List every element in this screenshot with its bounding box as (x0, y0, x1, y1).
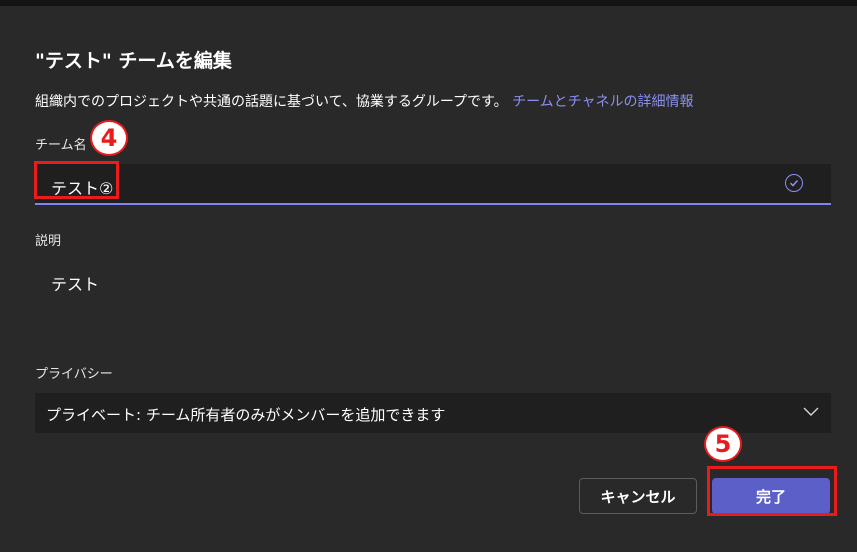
description-textarea[interactable]: テスト (35, 256, 831, 346)
dialog-title: "テスト" チームを編集 (35, 50, 232, 72)
team-name-label: チーム名 (35, 138, 87, 153)
privacy-select[interactable]: プライベート: チーム所有者のみがメンバーを追加できます (35, 393, 831, 433)
done-button[interactable]: 完了 (712, 478, 830, 514)
step-5-marker: 5 (704, 426, 742, 462)
edit-team-dialog: "テスト" チームを編集 組織内でのプロジェクトや共通の話題に基づいて、協業する… (0, 6, 857, 552)
description-label: 説明 (35, 234, 62, 249)
team-name-input[interactable]: テスト② (35, 164, 831, 205)
team-name-value: テスト② (51, 179, 114, 198)
check-circle-icon (785, 174, 803, 192)
description-value: テスト (51, 275, 100, 294)
details-link[interactable]: チームとチャネルの詳細情報 (512, 94, 693, 110)
chevron-down-icon (803, 407, 819, 416)
subtitle-text: 組織内でのプロジェクトや共通の話題に基づいて、協業するグループです。 (35, 94, 508, 110)
step-4-marker: 4 (90, 120, 128, 156)
privacy-label: プライバシー (35, 367, 113, 382)
cancel-button[interactable]: キャンセル (579, 478, 697, 514)
dialog-subtitle: 組織内でのプロジェクトや共通の話題に基づいて、協業するグループです。 チームとチ… (35, 91, 694, 111)
text-caret (117, 172, 118, 194)
privacy-selected-value: プライベート: チーム所有者のみがメンバーを追加できます (46, 406, 446, 424)
